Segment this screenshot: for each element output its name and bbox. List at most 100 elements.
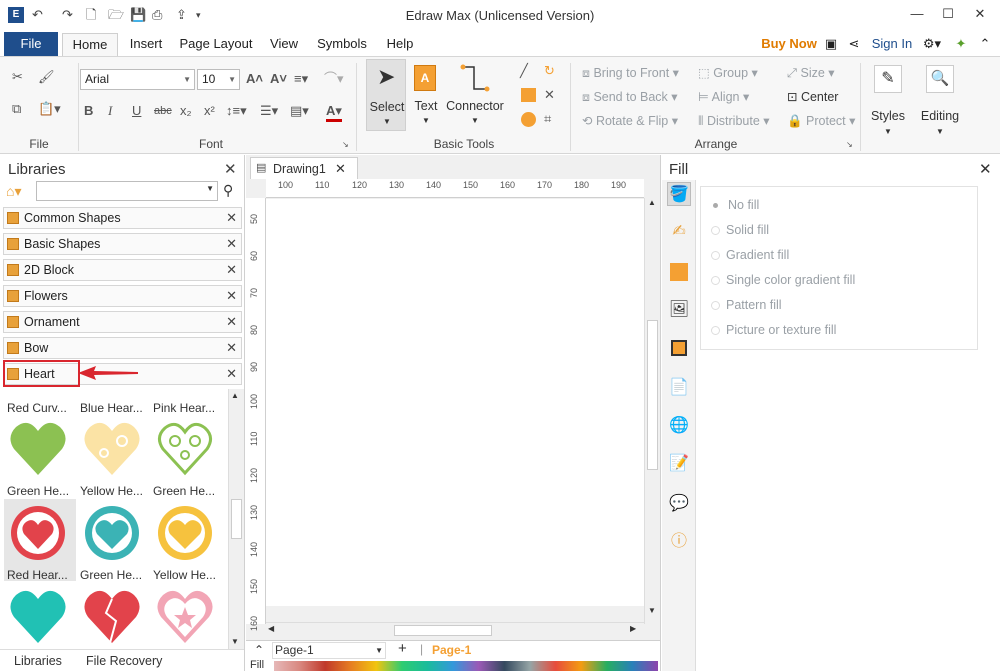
store-icon[interactable]: ▣ xyxy=(822,33,840,56)
edit-document-icon[interactable]: 📝 xyxy=(667,452,691,476)
tab-help[interactable]: Help xyxy=(382,33,418,56)
rectangle-tool-icon[interactable] xyxy=(521,88,536,102)
library-item-common-shapes[interactable]: Common Shapes ✕ xyxy=(3,207,242,229)
comment-icon[interactable]: 💬 xyxy=(667,492,691,516)
drawing-canvas[interactable] xyxy=(266,199,644,606)
add-page-icon[interactable]: + xyxy=(398,640,407,657)
red-scalloped-heart-shape[interactable] xyxy=(8,503,68,563)
document-tab[interactable]: ▤ Drawing1 ✕ xyxy=(250,157,358,179)
group-button[interactable]: ⬚ Group ▾ xyxy=(698,65,758,81)
close-library-icon[interactable]: ✕ xyxy=(226,314,237,330)
scroll-up-icon[interactable]: ▲ xyxy=(648,198,656,207)
paste-icon[interactable]: 📋▾ xyxy=(38,101,61,117)
close-library-icon[interactable]: ✕ xyxy=(226,366,237,382)
text-tool-button[interactable]: A Text ▼ xyxy=(410,61,442,131)
share-icon[interactable]: ⋖ xyxy=(846,33,862,56)
tab-symbols[interactable]: Symbols xyxy=(314,33,370,56)
scroll-left-icon[interactable]: ◀ xyxy=(268,624,274,633)
pink-star-heart-shape[interactable] xyxy=(155,587,215,647)
library-item-basic-shapes[interactable]: Basic Shapes ✕ xyxy=(3,233,242,255)
close-library-icon[interactable]: ✕ xyxy=(226,340,237,356)
gradient-fill-option[interactable]: Gradient fill xyxy=(711,248,789,262)
cross-tool-icon[interactable]: ✕ xyxy=(544,87,555,103)
settings-gear-icon[interactable]: ⚙▾ xyxy=(920,33,944,56)
close-library-icon[interactable]: ✕ xyxy=(226,288,237,304)
maximize-button[interactable]: ☐ xyxy=(936,4,960,24)
scroll-right-icon[interactable]: ▶ xyxy=(630,624,636,633)
globe-icon[interactable]: 🌐 xyxy=(667,414,691,438)
open-folder-icon[interactable]: 🗁 xyxy=(108,6,124,24)
size-button[interactable]: ⤢ Size ▾ xyxy=(787,65,835,81)
text-align-icon[interactable]: ≡▾ xyxy=(294,71,308,87)
subscript-icon[interactable]: x₂ xyxy=(180,103,192,119)
page-properties-icon[interactable]: 📄 xyxy=(667,376,691,400)
cut-icon[interactable]: ✂ xyxy=(12,69,23,85)
save-icon[interactable]: 💾 xyxy=(130,6,146,24)
green-swirl-heart-shape[interactable] xyxy=(155,419,215,479)
yellow-heart-shape[interactable] xyxy=(82,419,142,479)
arrange-dialog-launcher-icon[interactable]: ↘ xyxy=(846,137,853,153)
scrollbar-thumb[interactable] xyxy=(647,320,658,470)
font-family-select[interactable]: Arial ▼ xyxy=(80,69,195,90)
undo-icon[interactable]: ↶ xyxy=(32,6,43,24)
fill-bucket-icon[interactable]: 🪣 xyxy=(667,182,691,206)
canvas-horizontal-scrollbar[interactable]: ◀ ▶ xyxy=(266,622,644,638)
underline-icon[interactable]: U xyxy=(132,103,141,119)
redo-icon[interactable]: ↷ xyxy=(62,6,73,24)
protect-button[interactable]: 🔒 Protect ▾ xyxy=(787,113,855,129)
home-icon[interactable]: ⌂▾ xyxy=(6,183,21,200)
library-search-input[interactable]: ▼ xyxy=(36,181,218,201)
editing-button[interactable]: 🔍 Editing ▼ xyxy=(916,61,964,141)
tab-insert[interactable]: Insert xyxy=(124,33,168,56)
print-icon[interactable]: ⎙ xyxy=(152,6,162,24)
text-path-icon[interactable]: ⌒▾ xyxy=(324,71,344,87)
send-to-back-button[interactable]: ⧈ Send to Back ▾ xyxy=(582,89,678,105)
copy-icon[interactable]: ⧉ xyxy=(12,101,21,117)
yellow-badge-heart-shape[interactable] xyxy=(155,503,215,563)
shadow-icon[interactable] xyxy=(667,260,691,284)
help-icon[interactable]: ⓘ xyxy=(667,530,691,554)
buy-now-link[interactable]: Buy Now xyxy=(760,33,818,56)
bullets-icon[interactable]: ☰▾ xyxy=(260,103,278,119)
tab-file-recovery[interactable]: File Recovery xyxy=(86,654,162,668)
close-libraries-icon[interactable]: ✕ xyxy=(224,160,237,178)
line-style-icon[interactable]: ✍ xyxy=(667,220,691,244)
tab-view[interactable]: View xyxy=(266,33,302,56)
styles-button[interactable]: ✎ Styles ▼ xyxy=(866,61,910,141)
close-document-icon[interactable]: ✕ xyxy=(335,161,346,177)
italic-icon[interactable]: I xyxy=(108,103,112,119)
color-swatches[interactable] xyxy=(274,661,658,671)
customize-qa-icon[interactable]: ▾ xyxy=(196,6,201,24)
grow-font-icon[interactable]: A˄ xyxy=(246,71,263,87)
align-button[interactable]: ⊨ Align ▾ xyxy=(698,89,749,105)
select-tool-button[interactable]: ➤ Select ▼ xyxy=(366,59,406,131)
pattern-fill-option[interactable]: Pattern fill xyxy=(711,298,782,312)
green-flower-heart-shape[interactable] xyxy=(82,503,142,563)
font-dialog-launcher-icon[interactable]: ↘ xyxy=(342,137,349,153)
tab-libraries[interactable]: Libraries xyxy=(14,654,62,668)
export-icon[interactable]: ⇪ xyxy=(176,6,187,24)
no-fill-option[interactable]: No fill xyxy=(711,198,759,212)
connector-tool-button[interactable]: Connector ▼ xyxy=(444,61,506,131)
bring-to-front-button[interactable]: ⧈ Bring to Front ▾ xyxy=(582,65,679,81)
close-library-icon[interactable]: ✕ xyxy=(226,236,237,252)
tab-page-layout[interactable]: Page Layout xyxy=(178,33,254,56)
teal-heart-shape[interactable] xyxy=(8,587,68,647)
apps-icon[interactable]: ✦ xyxy=(952,33,970,56)
shrink-font-icon[interactable]: A˅ xyxy=(270,71,287,87)
library-item-bow[interactable]: Bow ✕ xyxy=(3,337,242,359)
ellipse-tool-icon[interactable] xyxy=(521,112,536,127)
library-search-icon[interactable]: ⚲ xyxy=(223,182,233,199)
close-fill-panel-icon[interactable]: ✕ xyxy=(979,160,992,178)
solid-fill-option[interactable]: Solid fill xyxy=(711,223,769,237)
scroll-down-icon[interactable]: ▼ xyxy=(231,637,239,646)
font-size-select[interactable]: 10 ▼ xyxy=(197,69,240,90)
library-item-flowers[interactable]: Flowers ✕ xyxy=(3,285,242,307)
line-tool-icon[interactable]: ╱ xyxy=(520,63,528,79)
close-library-icon[interactable]: ✕ xyxy=(226,262,237,278)
library-item-ornament[interactable]: Ornament ✕ xyxy=(3,311,242,333)
picture-texture-fill-option[interactable]: Picture or texture fill xyxy=(711,323,836,337)
library-scrollbar[interactable]: ▲ ▼ xyxy=(228,389,244,649)
crop-tool-icon[interactable]: ⌗ xyxy=(544,111,551,127)
bold-icon[interactable]: B xyxy=(84,103,93,119)
